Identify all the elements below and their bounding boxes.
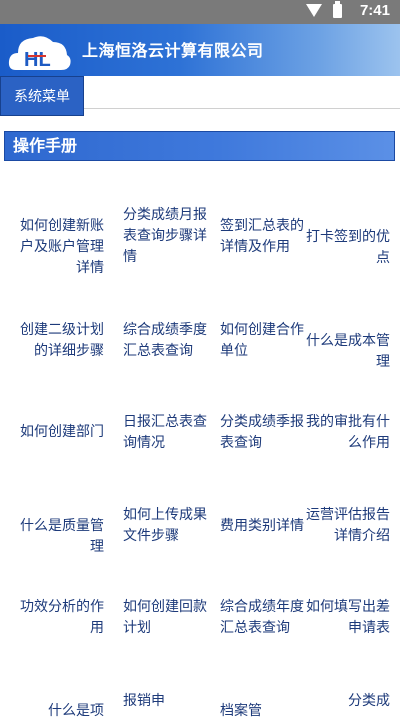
manual-item[interactable]: 如何创建部门: [18, 422, 104, 443]
section-title: 操作手册: [4, 131, 395, 161]
manual-item[interactable]: 什么是成本管理: [304, 331, 390, 373]
manual-item[interactable]: 综合成绩年度汇总表查询: [212, 597, 306, 639]
manual-item[interactable]: 创建二级计划的详细步骤: [18, 320, 104, 362]
battery-icon: [333, 1, 342, 18]
status-bar: 7:41: [0, 0, 400, 24]
company-logo: HL: [8, 36, 71, 71]
status-time: 7:41: [359, 2, 390, 19]
company-name: 上海恒洛云计算有限公司: [82, 41, 264, 60]
manual-item[interactable]: 如何创建合作单位: [212, 320, 306, 362]
manual-item[interactable]: 报销申: [116, 691, 209, 712]
wifi-icon: [306, 4, 322, 17]
system-menu-button[interactable]: 系统菜单: [0, 76, 84, 116]
app-header: HL 上海恒洛云计算有限公司: [0, 24, 400, 76]
manual-item[interactable]: 我的审批有什么作用: [304, 412, 390, 454]
manual-item[interactable]: 运营评估报告详情介绍: [304, 505, 390, 547]
manual-item[interactable]: 档案管: [212, 701, 306, 722]
manual-item[interactable]: 分类成绩季报表查询: [212, 412, 306, 454]
manual-item[interactable]: 分类成绩月报表查询步骤详情: [116, 205, 209, 268]
manual-item[interactable]: 什么是项: [18, 701, 104, 722]
manual-item[interactable]: 分类成: [304, 691, 390, 712]
manual-item[interactable]: 如何上传成果文件步骤: [116, 505, 209, 547]
menu-bar: 系统菜单: [0, 76, 400, 116]
manual-item[interactable]: 如何创建回款计划: [116, 597, 209, 639]
manual-item[interactable]: 费用类别详情: [212, 516, 306, 537]
manual-item[interactable]: 如何填写出差申请表: [304, 597, 390, 639]
manual-item[interactable]: 综合成绩季度汇总表查询: [116, 320, 209, 362]
manual-item[interactable]: 如何创建新账户及账户管理详情: [18, 216, 104, 279]
manual-item[interactable]: 什么是质量管理: [18, 516, 104, 558]
manual-item[interactable]: 日报汇总表查询情况: [116, 412, 209, 454]
manual-item[interactable]: 打卡签到的优点: [304, 227, 390, 269]
manual-item[interactable]: 功效分析的作用: [18, 597, 104, 639]
logo-text: HL: [24, 49, 51, 71]
manual-item[interactable]: 签到汇总表的详情及作用: [212, 216, 306, 258]
